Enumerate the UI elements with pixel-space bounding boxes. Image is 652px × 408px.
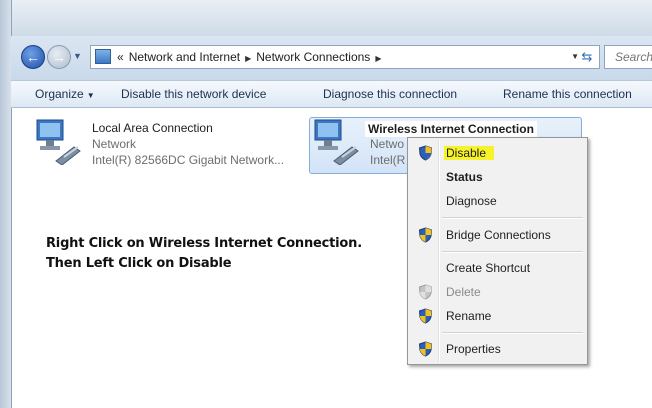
menu-item-bridge[interactable]: Bridge Connections <box>410 224 585 246</box>
network-adapter-icon <box>36 119 81 165</box>
lan-device: Intel(R) 82566DC Gigabit Network... <box>92 153 285 167</box>
back-arrow-icon: ← <box>26 49 40 65</box>
instruction-line-1: Right Click on Wireless Internet Connect… <box>46 236 362 251</box>
breadcrumb: « Network and Internet ▶ Network Connection… <box>117 50 386 64</box>
menu-separator <box>442 217 583 219</box>
wireless-status: Netwo <box>370 137 405 151</box>
menu-item-disable[interactable]: Disable <box>410 142 585 164</box>
refresh-button[interactable]: ⇆ <box>576 46 598 68</box>
network-adapter-icon <box>314 119 359 165</box>
recent-pages-dropdown-icon[interactable]: ▼ <box>73 51 82 61</box>
menu-item-properties[interactable]: Properties <box>410 338 585 360</box>
properties-label: Properties <box>446 342 501 356</box>
wireless-title: Wireless Internet Connection <box>365 121 537 137</box>
menu-separator <box>442 251 583 253</box>
forward-arrow-icon: → <box>52 49 66 65</box>
uac-shield-icon <box>418 227 433 243</box>
window-titlebar <box>0 0 652 36</box>
rename-label: Rename <box>446 309 492 323</box>
search-box[interactable] <box>604 45 652 69</box>
back-button[interactable]: ← <box>21 45 45 69</box>
diagnose-label: Diagnose <box>446 194 497 208</box>
breadcrumb-network-connections[interactable]: Network Connections <box>256 50 370 64</box>
command-bar: Organize ▼ Disable this network device Di… <box>11 80 652 108</box>
lan-title: Local Area Connection <box>92 121 213 135</box>
chevron-down-icon: ▼ <box>86 91 95 100</box>
refresh-icon: ⇆ <box>581 49 593 64</box>
address-bar[interactable]: « Network and Internet ▶ Network Connection… <box>90 45 600 69</box>
organize-menu[interactable]: Organize ▼ <box>35 87 95 101</box>
control-panel-icon <box>95 49 111 64</box>
breadcrumb-network-and-internet[interactable]: Network and Internet <box>129 50 240 64</box>
chevron-right-icon[interactable]: ▶ <box>375 54 381 63</box>
breadcrumb-overflow[interactable]: « <box>117 50 124 64</box>
disable-device-button[interactable]: Disable this network device <box>121 87 266 101</box>
menu-item-delete: Delete <box>410 281 585 303</box>
menu-item-rename[interactable]: Rename <box>410 305 585 327</box>
instruction-line-2: Then Left Click on Disable <box>46 256 232 271</box>
menu-item-status[interactable]: Status <box>410 166 585 188</box>
menu-item-create-shortcut[interactable]: Create Shortcut <box>410 257 585 279</box>
bridge-label: Bridge Connections <box>446 228 551 242</box>
uac-shield-icon <box>418 145 433 161</box>
chevron-right-icon[interactable]: ▶ <box>245 54 251 63</box>
organize-label: Organize <box>35 87 84 101</box>
wireless-device: Intel(R <box>370 153 406 167</box>
create-shortcut-label: Create Shortcut <box>446 261 531 275</box>
forward-button[interactable]: → <box>47 45 71 69</box>
rename-button[interactable]: Rename this connection <box>503 87 632 101</box>
disable-label: Disable <box>444 146 495 160</box>
delete-label: Delete <box>446 285 481 299</box>
menu-separator <box>442 332 583 334</box>
context-menu: Disable Status Diagnose Bridge Connectio… <box>407 137 588 365</box>
uac-shield-icon <box>418 308 433 324</box>
diagnose-button[interactable]: Diagnose this connection <box>323 87 457 101</box>
status-label: Status <box>446 170 483 184</box>
lan-status: Network <box>92 137 137 151</box>
search-input[interactable] <box>615 47 652 67</box>
instruction-note: Right Click on Wireless Internet Connect… <box>46 234 362 274</box>
uac-shield-icon <box>418 341 433 357</box>
uac-shield-icon <box>418 284 433 300</box>
menu-item-diagnose[interactable]: Diagnose <box>410 190 585 212</box>
